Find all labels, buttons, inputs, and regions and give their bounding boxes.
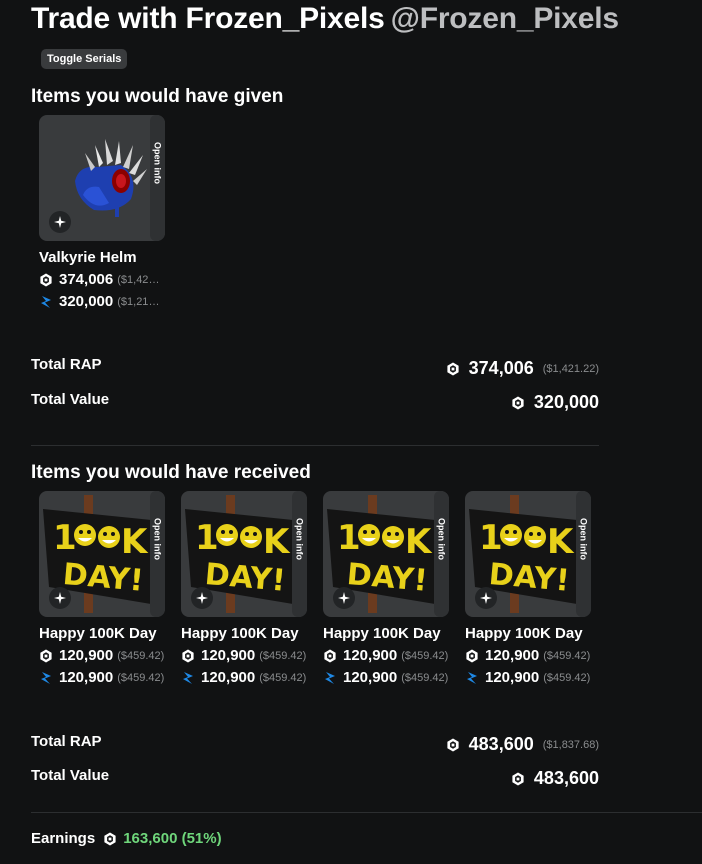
item-thumbnail[interactable]: Open info [39,115,165,241]
given-total-value: 320,000 [511,392,599,413]
given-total-rap: 374,006 ($1,421.22) [446,358,599,379]
item-name[interactable]: Happy 100K Day [465,625,595,642]
item-name[interactable]: Happy 100K Day [323,625,453,642]
item-name[interactable]: Happy 100K Day [181,625,311,642]
item-thumbnail[interactable]: 1 K DAY! Open info [323,491,449,617]
earnings-value: 163,600 (51%) [123,830,222,847]
section-divider [31,812,702,813]
item-card[interactable]: 1 K DAY! Open info Happy 100K Day 120,900 ($45… [39,491,169,686]
item-value: 120,900 ($459.42) [181,669,311,686]
sparkle-icon [49,587,71,609]
svg-text:1: 1 [53,518,77,558]
trade-page: Trade with Frozen_Pixels @Frozen_Pixels T… [0,0,702,864]
item-value: 320,000($1,216.00) [39,293,169,310]
robux-icon [104,832,116,845]
received-total-value-label: Total Value [31,767,110,784]
received-total-rap-label: Total RAP [31,733,102,750]
item-name[interactable]: Happy 100K Day [39,625,169,642]
toggle-serials-button[interactable]: Toggle Serials [41,49,128,69]
item-rap: 120,900 ($459.42) [181,647,311,664]
rolimons-value-icon [41,295,51,308]
robux-icon [324,649,336,662]
robux-icon [40,649,52,662]
open-info-button[interactable]: Open info [150,491,165,617]
open-info-button[interactable]: Open info [576,491,591,617]
open-info-button[interactable]: Open info [292,491,307,617]
robux-icon [466,649,478,662]
svg-text:DAY!: DAY! [345,557,428,599]
rolimons-value-icon [41,671,51,684]
item-rap: 374,006($1,421.22) [39,271,169,288]
item-thumbnail[interactable]: 1 K DAY! Open info [465,491,591,617]
item-value: 120,900 ($459.42) [465,669,595,686]
robux-icon [182,649,194,662]
item-card[interactable]: Open info Valkyrie Helm 374,006($1,421.22)… [39,115,169,310]
svg-text:DAY!: DAY! [203,557,286,599]
svg-text:K: K [547,522,575,562]
earnings-label: Earnings [31,830,96,847]
sparkle-icon [475,587,497,609]
svg-text:K: K [121,522,149,562]
page-title: Trade with Frozen_Pixels @Frozen_Pixels [31,2,619,36]
robux-icon [512,772,524,785]
rolimons-value-icon [183,671,193,684]
sparkle-icon [191,587,213,609]
received-total-value: 483,600 [511,768,599,789]
robux-icon [447,362,459,375]
trade-title: Trade with Frozen_Pixels [31,2,385,35]
svg-text:K: K [263,522,291,562]
section-divider [31,445,599,446]
given-total-value-label: Total Value [31,391,110,408]
user-handle[interactable]: @Frozen_Pixels [391,2,619,35]
svg-text:1: 1 [337,518,361,558]
open-info-button[interactable]: Open info [150,115,165,241]
given-total-rap-label: Total RAP [31,356,102,373]
received-total-rap: 483,600 ($1,837.68) [446,734,599,755]
sparkle-icon [333,587,355,609]
robux-icon [447,738,459,751]
robux-icon [40,273,52,286]
item-rap: 120,900 ($459.42) [465,647,595,664]
item-card[interactable]: 1 K DAY! Open info Happy 100K Day 120,900 ($45… [323,491,453,686]
received-section-title: Items you would have received [31,462,311,483]
item-thumbnail[interactable]: 1 K DAY! Open info [181,491,307,617]
earnings-row: Earnings 163,600 (51%) [31,830,222,847]
sparkle-icon [49,211,71,233]
item-card[interactable]: 1 K DAY! Open info Happy 100K Day 120,900 ($45… [181,491,311,686]
rolimons-value-icon [467,671,477,684]
item-value: 120,900 ($459.42) [39,669,169,686]
item-card[interactable]: 1 K DAY! Open info Happy 100K Day 120,900 ($45… [465,491,595,686]
svg-text:1: 1 [479,518,503,558]
svg-text:DAY!: DAY! [487,557,570,599]
svg-text:DAY!: DAY! [61,557,144,599]
item-name[interactable]: Valkyrie Helm [39,249,169,266]
robux-icon [512,396,524,409]
item-value: 120,900 ($459.42) [323,669,453,686]
item-thumbnail[interactable]: 1 K DAY! Open info [39,491,165,617]
svg-text:K: K [405,522,433,562]
item-rap: 120,900 ($459.42) [39,647,169,664]
svg-text:1: 1 [195,518,219,558]
item-rap: 120,900 ($459.42) [323,647,453,664]
given-section-title: Items you would have given [31,86,284,107]
rolimons-value-icon [325,671,335,684]
open-info-button[interactable]: Open info [434,491,449,617]
